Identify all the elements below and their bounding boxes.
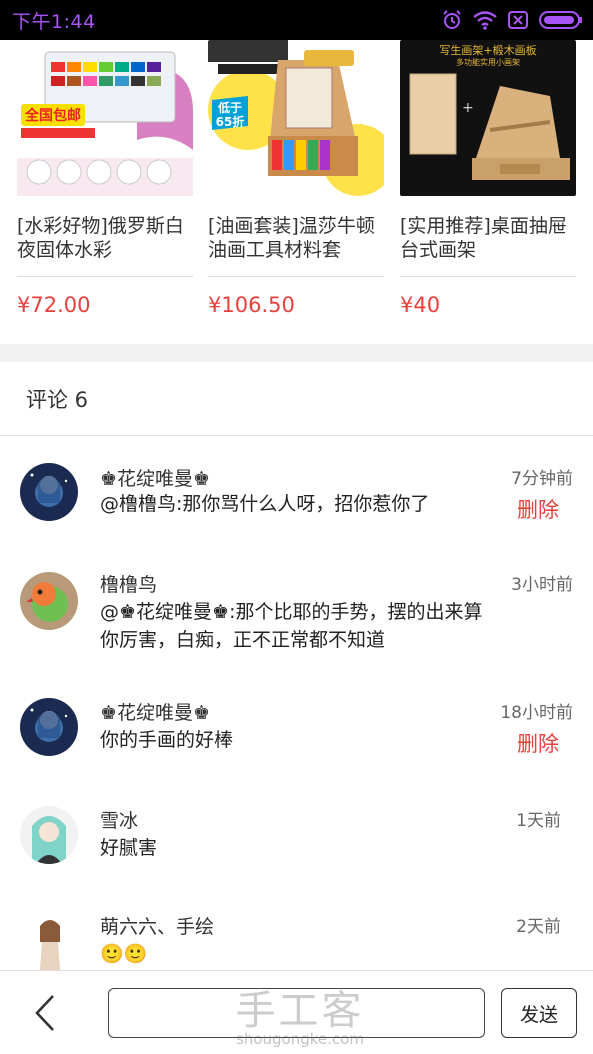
svg-text:多功能实用小画架: 多功能实用小画架 [456, 57, 520, 67]
comment-author[interactable]: 橹橹鸟 [100, 570, 157, 597]
avatar[interactable] [20, 463, 78, 521]
product-image-easel[interactable]: 写生画架+椴木画板 多功能实用小画架 + [400, 40, 576, 196]
comment-author[interactable]: 萌六六、手绘 [100, 912, 214, 939]
svg-text:写生画架+椴木画板: 写生画架+椴木画板 [439, 43, 536, 57]
divider [208, 276, 384, 277]
send-button[interactable]: 发送 [501, 988, 577, 1038]
delete-button[interactable]: 删除 [517, 728, 559, 758]
comment-author[interactable]: ♚花绽唯曼♚ [100, 464, 210, 491]
comments-count-title: 评论 6 [26, 387, 89, 412]
delete-button[interactable]: 删除 [517, 494, 559, 524]
comment-text: @橹橹鸟:那你骂什么人呀，招你惹你了 [100, 493, 430, 515]
status-time: 下午1:44 [12, 10, 96, 33]
back-button[interactable] [28, 993, 62, 1033]
product-image-badge: 全国包邮 [24, 107, 81, 124]
avatar[interactable] [20, 912, 78, 970]
page: 下午1:44 全国包邮 [水彩好物]俄罗斯白夜固体水彩 ¥72.00 低于 65… [0, 0, 593, 1054]
comment-item[interactable]: 雪冰 1天前 好腻害 [0, 786, 593, 896]
product-card[interactable]: 低于 65折 [油画套装]温莎牛顿油画工具材料套 ¥106.50 [208, 40, 384, 317]
alarm-icon [441, 9, 463, 31]
product-image-oil-paint-set[interactable]: 低于 65折 [208, 40, 384, 196]
comment-input-bar: 发送 [0, 970, 593, 1054]
comment-time: 2天前 [516, 917, 561, 937]
comment-text: 🙂🙂 [100, 943, 148, 965]
avatar[interactable] [20, 806, 78, 864]
divider [400, 276, 576, 277]
comment-time: 1天前 [516, 811, 561, 831]
comment-text: 好腻害 [100, 837, 158, 859]
comment-time: 3小时前 [511, 575, 573, 595]
product-price: ¥106.50 [208, 293, 295, 317]
svg-text:低于: 低于 [217, 100, 242, 115]
product-title[interactable]: [油画套装]温莎牛顿油画工具材料套 [208, 214, 384, 262]
sim-icon [507, 10, 529, 30]
product-image-watercolor[interactable]: 全国包邮 [17, 40, 193, 196]
comment-time: 7分钟前 [511, 469, 573, 489]
divider [17, 276, 193, 277]
svg-text:+: + [462, 100, 474, 116]
svg-text:65折: 65折 [216, 114, 245, 129]
comment-item[interactable]: ♚花绽唯曼♚ 7分钟前 @橹橹鸟:那你骂什么人呀，招你惹你了 删除 [0, 436, 593, 546]
product-card[interactable]: 全国包邮 [水彩好物]俄罗斯白夜固体水彩 ¥72.00 [17, 40, 193, 317]
chevron-left-icon [35, 995, 54, 1031]
section-separator [0, 344, 593, 362]
comment-text: 你的手画的好棒 [100, 729, 234, 751]
status-icons [441, 9, 583, 31]
product-title[interactable]: [实用推荐]桌面抽屉台式画架 [400, 214, 576, 262]
comments-header: 评论 6 [0, 362, 593, 436]
product-price: ¥72.00 [17, 293, 91, 317]
avatar[interactable] [20, 572, 78, 630]
comment-text: @♚花绽唯曼♚:那个比耶的手势，摆的出来算你厉害，白痴，正不正常都不知道 [100, 601, 483, 651]
comment-item[interactable]: 萌六六、手绘 2天前 🙂🙂 [0, 896, 593, 970]
product-card[interactable]: 写生画架+椴木画板 多功能实用小画架 + [实用推荐]桌面抽屉台式画架 ¥40 [400, 40, 576, 317]
status-bar: 下午1:44 [0, 0, 593, 40]
product-price: ¥40 [400, 293, 441, 317]
battery-icon [539, 10, 583, 30]
recommended-products: 全国包邮 [水彩好物]俄罗斯白夜固体水彩 ¥72.00 低于 65折 [油画套装… [0, 40, 593, 344]
comment-item[interactable]: ♚花绽唯曼♚ 18小时前 你的手画的好棒 删除 [0, 676, 593, 786]
comment-author[interactable]: ♚花绽唯曼♚ [100, 698, 210, 725]
comment-time: 18小时前 [500, 703, 573, 723]
comment-item[interactable]: 橹橹鸟 3小时前 @♚花绽唯曼♚:那个比耶的手势，摆的出来算你厉害，白痴，正不正… [0, 546, 593, 676]
wifi-icon [473, 10, 497, 30]
avatar[interactable] [20, 698, 78, 756]
comment-author[interactable]: 雪冰 [100, 806, 138, 833]
comment-input[interactable] [108, 988, 485, 1038]
product-title[interactable]: [水彩好物]俄罗斯白夜固体水彩 [17, 214, 193, 262]
